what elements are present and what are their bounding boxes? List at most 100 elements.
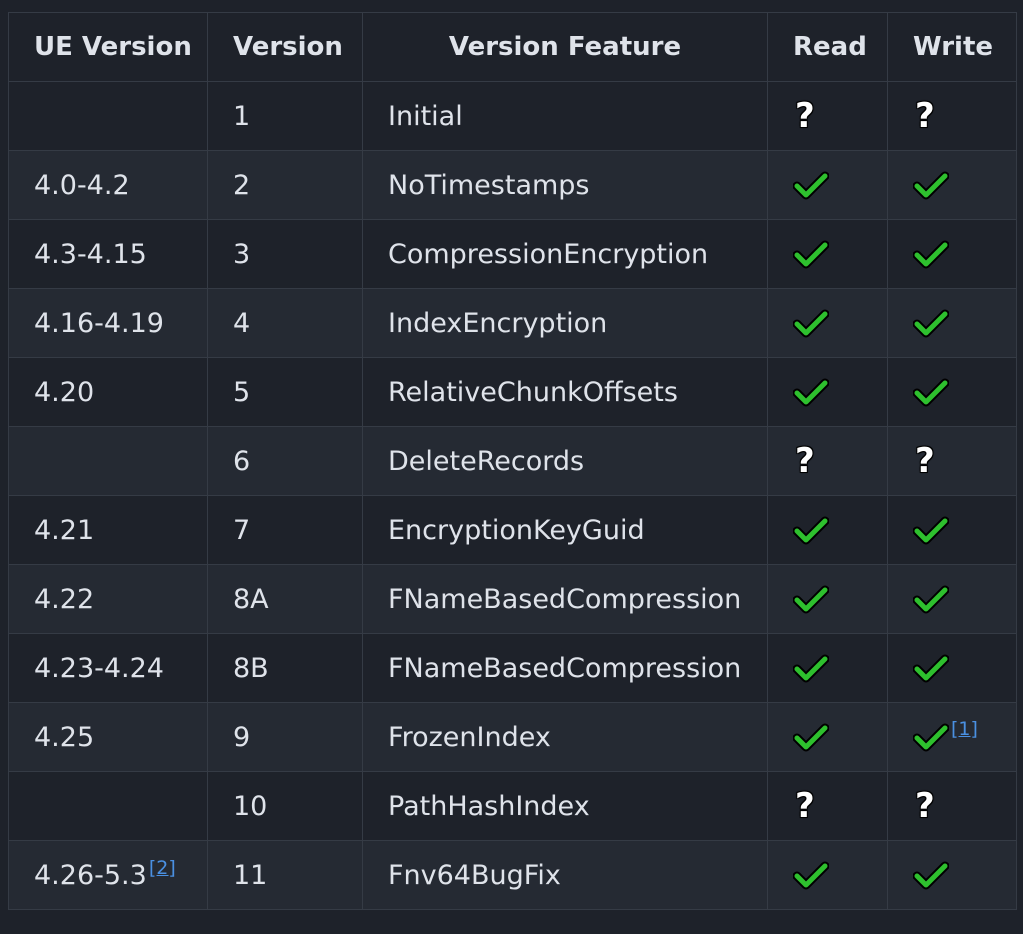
table-row: 4.20 5 RelativeChunkOffsets	[8, 357, 1017, 427]
cell-version-feature: Fnv64BugFix	[362, 840, 768, 910]
checkmark-icon	[793, 171, 829, 200]
header-write: Write	[887, 12, 1017, 82]
cell-version: 10	[207, 771, 363, 841]
cell-version-feature: NoTimestamps	[362, 150, 768, 220]
cell-version-feature: FrozenIndex	[362, 702, 768, 772]
table-row: 4.0-4.2 2 NoTimestamps	[8, 150, 1017, 220]
footnote-link[interactable]: [1]	[951, 719, 978, 739]
cell-write-status	[887, 357, 1017, 427]
table-row: 4.25 9 FrozenIndex [1]	[8, 702, 1017, 772]
question-mark-icon: ?	[915, 441, 935, 481]
ue-version-text: 4.0-4.2	[34, 169, 130, 201]
checkmark-icon	[793, 585, 829, 614]
cell-write-status: ?	[887, 426, 1017, 496]
header-row: UE Version Version Version Feature Read …	[8, 12, 1017, 82]
cell-version: 9	[207, 702, 363, 772]
ue-version-text: 4.16-4.19	[34, 307, 164, 339]
cell-ue-version: 4.26-5.3 [2]	[8, 840, 208, 910]
checkmark-icon	[913, 309, 949, 338]
ue-version-text: 4.3-4.15	[34, 238, 147, 270]
cell-version-feature: FNameBasedCompression	[362, 564, 768, 634]
table-row: 4.3-4.15 3 CompressionEncryption	[8, 219, 1017, 289]
cell-read-status	[767, 702, 888, 772]
checkmark-icon	[793, 516, 829, 545]
cell-ue-version: 4.23-4.24	[8, 633, 208, 703]
cell-read-status	[767, 357, 888, 427]
cell-write-status	[887, 840, 1017, 910]
cell-read-status	[767, 288, 888, 358]
checkmark-icon	[913, 516, 949, 545]
cell-write-status: ?	[887, 771, 1017, 841]
cell-read-status: ?	[767, 771, 888, 841]
checkmark-icon	[913, 654, 949, 683]
header-ue-version: UE Version	[8, 12, 208, 82]
cell-read-status	[767, 840, 888, 910]
cell-version-feature: Initial	[362, 81, 768, 151]
version-table-container: UE Version Version Version Feature Read …	[8, 12, 1017, 910]
cell-version: 3	[207, 219, 363, 289]
question-mark-icon: ?	[795, 786, 815, 826]
cell-version-feature: EncryptionKeyGuid	[362, 495, 768, 565]
cell-read-status	[767, 564, 888, 634]
table-row: 4.16-4.19 4 IndexEncryption	[8, 288, 1017, 358]
cell-ue-version: 4.16-4.19	[8, 288, 208, 358]
table-row: 4.23-4.24 8B FNameBasedCompression	[8, 633, 1017, 703]
table-row: 4.26-5.3 [2] 11 Fnv64BugFix	[8, 840, 1017, 910]
checkmark-icon	[913, 723, 949, 752]
cell-version-feature: PathHashIndex	[362, 771, 768, 841]
cell-version: 2	[207, 150, 363, 220]
header-version: Version	[207, 12, 363, 82]
ue-version-text: 4.23-4.24	[34, 652, 164, 684]
cell-write-status	[887, 495, 1017, 565]
cell-version: 4	[207, 288, 363, 358]
cell-write-status	[887, 219, 1017, 289]
cell-version-feature: IndexEncryption	[362, 288, 768, 358]
cell-ue-version	[8, 81, 208, 151]
checkmark-icon	[793, 723, 829, 752]
cell-write-status	[887, 150, 1017, 220]
checkmark-icon	[793, 378, 829, 407]
cell-version-feature: CompressionEncryption	[362, 219, 768, 289]
ue-version-text: 4.25	[34, 721, 95, 753]
checkmark-icon	[913, 861, 949, 890]
checkmark-icon	[913, 378, 949, 407]
cell-ue-version	[8, 426, 208, 496]
cell-version: 5	[207, 357, 363, 427]
cell-version: 11	[207, 840, 363, 910]
cell-ue-version: 4.3-4.15	[8, 219, 208, 289]
cell-version-feature: DeleteRecords	[362, 426, 768, 496]
cell-version: 1	[207, 81, 363, 151]
cell-read-status	[767, 219, 888, 289]
table-row: 4.21 7 EncryptionKeyGuid	[8, 495, 1017, 565]
cell-version: 6	[207, 426, 363, 496]
question-mark-icon: ?	[915, 96, 935, 136]
cell-ue-version: 4.25	[8, 702, 208, 772]
cell-version: 7	[207, 495, 363, 565]
cell-write-status	[887, 564, 1017, 634]
cell-read-status: ?	[767, 426, 888, 496]
header-version-feature: Version Feature	[362, 12, 768, 82]
question-mark-icon: ?	[795, 441, 815, 481]
table-row: 1 Initial??	[8, 81, 1017, 151]
checkmark-icon	[793, 654, 829, 683]
ue-version-text: 4.21	[34, 514, 95, 546]
ue-version-text: 4.26-5.3	[34, 860, 147, 891]
table-row: 4.22 8A FNameBasedCompression	[8, 564, 1017, 634]
cell-version: 8A	[207, 564, 363, 634]
checkmark-icon	[793, 861, 829, 890]
cell-version-feature: RelativeChunkOffsets	[362, 357, 768, 427]
cell-ue-version: 4.0-4.2	[8, 150, 208, 220]
cell-read-status: ?	[767, 81, 888, 151]
checkmark-icon	[913, 240, 949, 269]
table-row: 6 DeleteRecords??	[8, 426, 1017, 496]
ue-version-text: 4.22	[34, 583, 95, 615]
version-support-table: UE Version Version Version Feature Read …	[8, 12, 1017, 910]
footnote-link[interactable]: [2]	[149, 859, 176, 878]
cell-version: 8B	[207, 633, 363, 703]
table-row: 10 PathHashIndex??	[8, 771, 1017, 841]
question-mark-icon: ?	[915, 786, 935, 826]
checkmark-icon	[913, 171, 949, 200]
cell-write-status: [1]	[887, 702, 1017, 772]
cell-ue-version: 4.20	[8, 357, 208, 427]
cell-write-status: ?	[887, 81, 1017, 151]
